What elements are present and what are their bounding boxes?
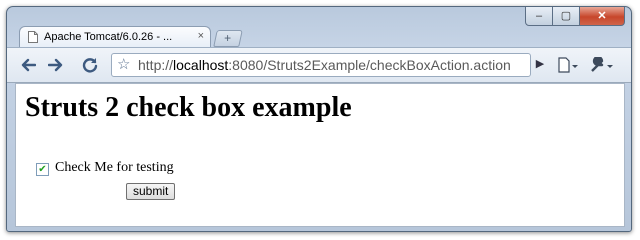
page-icon — [28, 31, 38, 43]
reload-icon — [82, 58, 98, 73]
title-bar: Apache Tomcat/6.0.26 - ... × + – ▢ ✕ — [7, 7, 631, 48]
tab-close-icon[interactable]: × — [198, 30, 204, 42]
page-content: Struts 2 check box example ✔ Check Me for… — [15, 83, 625, 227]
plus-icon: + — [224, 31, 232, 45]
reload-button[interactable] — [79, 55, 101, 75]
wrench-menu-icon[interactable] — [589, 55, 615, 75]
new-tab-button[interactable]: + — [213, 30, 243, 47]
submit-button[interactable]: submit — [126, 183, 176, 200]
bookmark-star-icon[interactable]: ☆ — [117, 54, 130, 76]
url-text: http://localhost:8080/Struts2Example/che… — [138, 54, 511, 76]
page-heading: Struts 2 check box example — [25, 92, 352, 123]
page-menu-icon[interactable] — [557, 55, 579, 75]
browser-tab[interactable]: Apache Tomcat/6.0.26 - ... × — [19, 26, 211, 48]
navigation-toolbar: ☆ http://localhost:8080/Struts2Example/c… — [7, 47, 631, 83]
browser-window: Apache Tomcat/6.0.26 - ... × + – ▢ ✕ ☆ h… — [6, 6, 632, 232]
checkbox-label: Check Me for testing — [55, 160, 174, 175]
close-button[interactable]: ✕ — [579, 7, 625, 26]
window-controls: – ▢ ✕ — [525, 7, 625, 26]
maximize-button[interactable]: ▢ — [552, 7, 580, 26]
forward-arrow-icon — [47, 58, 63, 72]
url-host: localhost — [173, 57, 229, 73]
tab-title: Apache Tomcat/6.0.26 - ... — [44, 31, 173, 43]
check-me-checkbox[interactable]: ✔ — [36, 163, 49, 176]
address-bar[interactable]: ☆ http://localhost:8080/Struts2Example/c… — [111, 53, 531, 77]
url-path: :8080/Struts2Example/checkBoxAction.acti… — [228, 57, 511, 73]
back-arrow-icon — [21, 58, 37, 72]
back-button[interactable] — [17, 55, 39, 75]
forward-button[interactable] — [45, 55, 67, 75]
go-button[interactable]: ▶ — [531, 53, 549, 75]
checkbox-row[interactable]: ✔ Check Me for testing — [36, 160, 174, 176]
url-scheme: http:// — [138, 57, 174, 73]
minimize-button[interactable]: – — [525, 7, 553, 26]
